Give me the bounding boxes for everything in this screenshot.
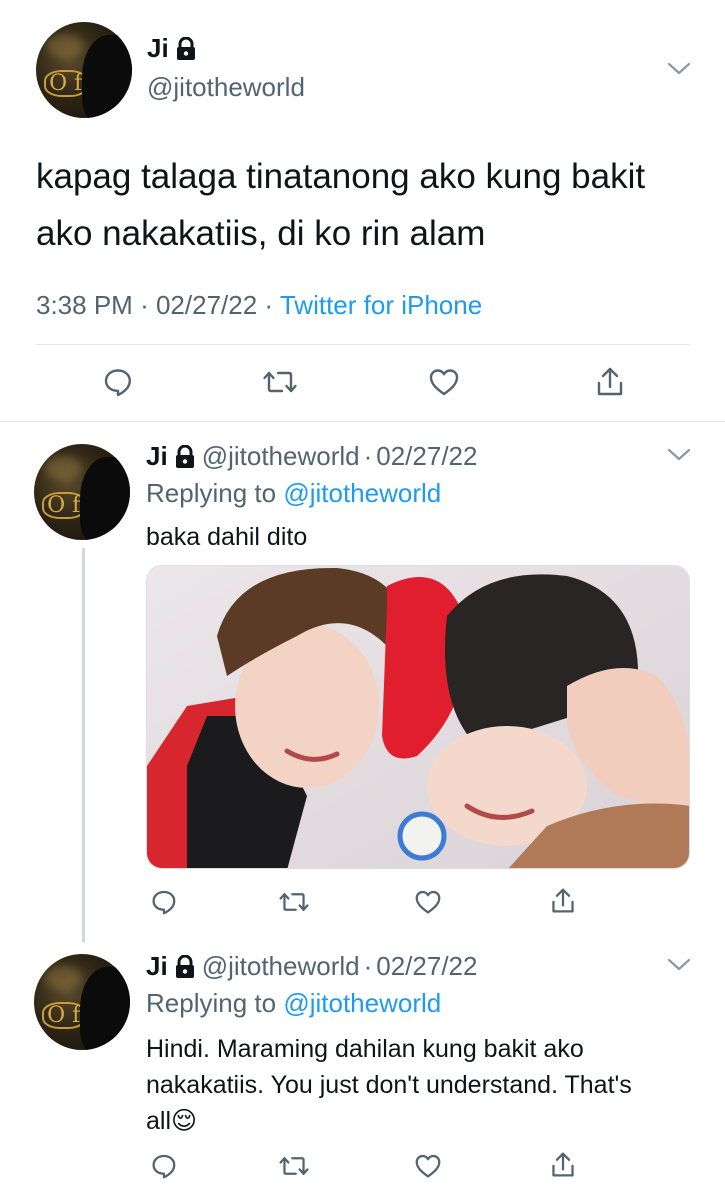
retweet-icon <box>279 893 309 911</box>
retweet-button[interactable] <box>274 1148 314 1184</box>
retweet-icon <box>279 1157 309 1175</box>
meta-separator: · <box>264 290 274 320</box>
reply-text: baka dahil dito <box>146 523 308 551</box>
reply-text: Hindi. Maraming dahilan kung bakit ako n… <box>146 1031 646 1139</box>
share-icon <box>552 888 574 913</box>
lock-icon <box>175 444 194 468</box>
meta-separator: · <box>140 290 149 320</box>
meta-separator: · <box>363 951 373 981</box>
avatar-glow <box>45 33 84 58</box>
author-handle[interactable]: @jitotheworld <box>147 72 305 103</box>
share-button[interactable] <box>590 362 630 402</box>
tweet-time[interactable]: 3:38 PM <box>36 290 133 320</box>
reply-text-body: Hindi. Maraming dahilan kung bakit ako n… <box>146 1035 632 1135</box>
heart-icon <box>429 369 459 396</box>
heart-icon <box>415 1154 441 1178</box>
tweet-date[interactable]: 02/27/22 <box>376 441 477 472</box>
like-button[interactable] <box>410 884 446 920</box>
retweet-icon <box>263 371 297 393</box>
share-button[interactable] <box>545 882 581 920</box>
avatar[interactable]: O f <box>34 444 130 540</box>
reply-icon <box>152 1154 176 1179</box>
divider <box>0 421 725 422</box>
avatar-figure <box>80 457 130 540</box>
avatar-figure <box>80 967 130 1050</box>
reply-button[interactable] <box>146 1148 182 1184</box>
reply-header: Ji @jitotheworld · 02/27/22 <box>146 441 477 472</box>
chevron-down-icon[interactable] <box>666 60 692 78</box>
replying-to: Replying to @jitotheworld <box>146 988 441 1019</box>
replying-to: Replying to @jitotheworld <box>146 478 441 509</box>
replying-prefix: Replying to <box>146 988 277 1018</box>
share-icon <box>552 1152 574 1177</box>
author-name[interactable]: Ji <box>147 33 197 64</box>
avatar[interactable]: O f <box>36 22 132 118</box>
avatar-figure <box>82 35 132 118</box>
tweet-media-photo[interactable] <box>146 565 690 869</box>
reply-icon <box>152 890 176 915</box>
author-handle[interactable]: @jitotheworld <box>202 951 360 982</box>
author-handle[interactable]: @jitotheworld <box>202 441 360 472</box>
share-button[interactable] <box>545 1146 581 1184</box>
divider <box>36 344 690 345</box>
lock-icon <box>175 954 194 978</box>
reply-icon <box>104 369 131 397</box>
chevron-down-icon[interactable] <box>666 956 692 974</box>
reply-header: Ji @jitotheworld · 02/27/22 <box>146 951 477 982</box>
reply-button[interactable] <box>98 362 138 402</box>
thread-line <box>82 548 85 942</box>
mention-link[interactable]: @jitotheworld <box>283 988 441 1018</box>
lock-icon <box>176 36 195 60</box>
tweet-date[interactable]: 02/27/22 <box>156 290 257 320</box>
mention-link[interactable]: @jitotheworld <box>283 478 441 508</box>
relieved-face-emoji: 😌 <box>171 1107 198 1135</box>
photo-illustration <box>147 566 689 868</box>
tweet-meta: 3:38 PM · 02/27/22 · Twitter for iPhone <box>36 290 482 321</box>
replying-prefix: Replying to <box>146 478 277 508</box>
share-icon <box>597 367 623 396</box>
avatar-glow <box>43 965 82 990</box>
author-name[interactable]: Ji <box>146 441 168 472</box>
heart-icon <box>415 890 441 914</box>
like-button[interactable] <box>410 1148 446 1184</box>
tweet-text: kapag talaga tinatanong ako kung bakit a… <box>36 157 646 253</box>
author-name[interactable]: Ji <box>146 951 168 982</box>
retweet-button[interactable] <box>274 884 314 920</box>
reply-button[interactable] <box>146 884 182 920</box>
retweet-button[interactable] <box>258 362 302 402</box>
author-name-text[interactable]: Ji <box>147 33 169 64</box>
tweet-source[interactable]: Twitter for iPhone <box>280 290 482 320</box>
tweet-date[interactable]: 02/27/22 <box>376 951 477 982</box>
like-button[interactable] <box>424 362 464 402</box>
avatar[interactable]: O f <box>34 954 130 1050</box>
avatar-glow <box>43 455 82 480</box>
chevron-down-icon[interactable] <box>666 446 692 464</box>
meta-separator: · <box>363 441 373 471</box>
